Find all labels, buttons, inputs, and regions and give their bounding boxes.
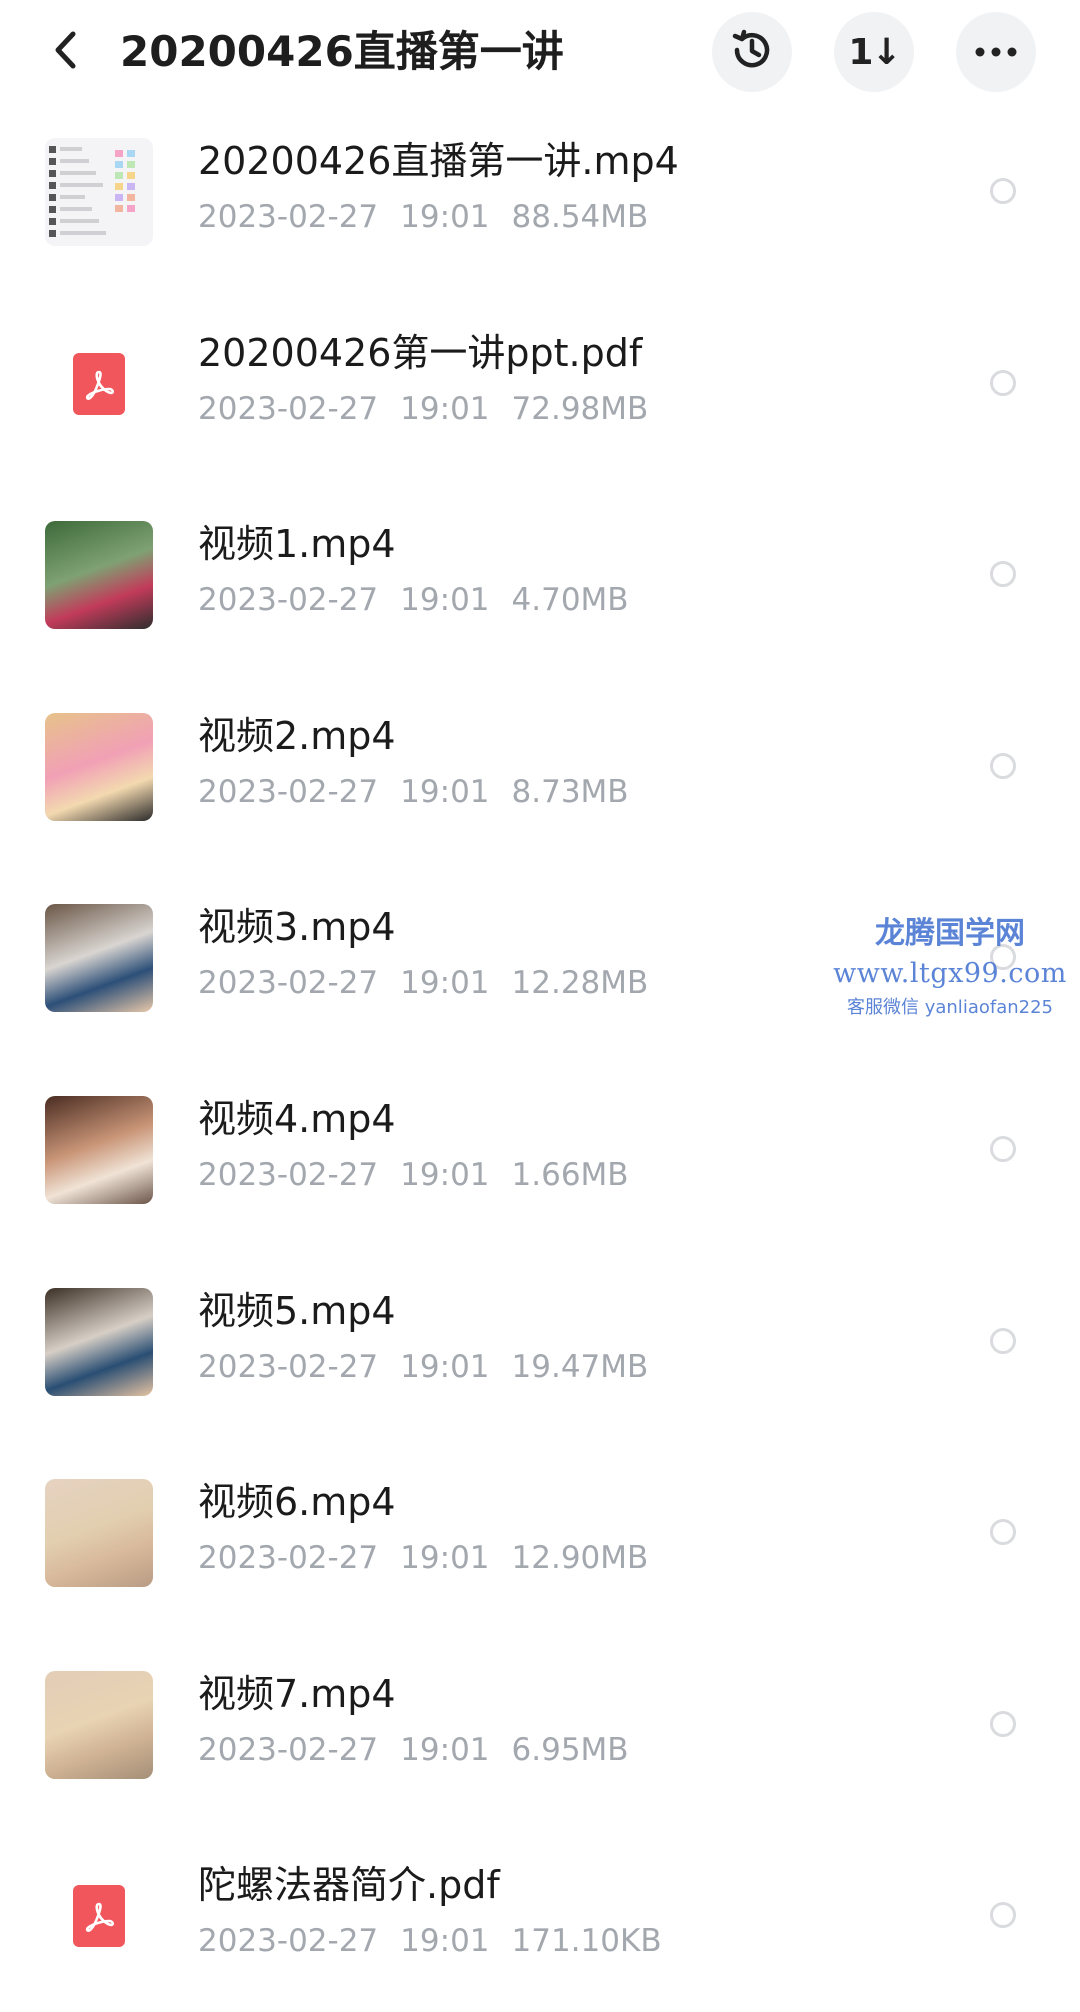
file-name: 视频1.mp4 bbox=[198, 522, 396, 566]
file-meta: 2023-02-27 19:01 72.98MB bbox=[198, 388, 670, 430]
select-radio[interactable] bbox=[990, 370, 1016, 396]
file-meta: 2023-02-27 19:01 88.54MB bbox=[198, 196, 670, 238]
file-name: 视频5.mp4 bbox=[198, 1289, 396, 1333]
file-name: 20200426直播第一讲.mp4 bbox=[198, 139, 679, 183]
video-thumbnail bbox=[45, 904, 153, 1012]
file-row[interactable]: 20200426直播第一讲.mp4 2023-02-27 19:01 88.54MB bbox=[0, 96, 1080, 288]
file-size: 8.73MB bbox=[511, 774, 629, 810]
file-name: 20200426第一讲ppt.pdf bbox=[198, 331, 643, 375]
video-thumbnail bbox=[45, 1288, 153, 1396]
file-row[interactable]: 视频7.mp4 2023-02-27 19:01 6.95MB bbox=[0, 1629, 1080, 1821]
video-thumbnail bbox=[45, 1671, 153, 1779]
file-size: 1.66MB bbox=[511, 1157, 629, 1193]
file-time: 19:01 bbox=[400, 1923, 490, 1959]
file-time: 19:01 bbox=[400, 199, 490, 235]
video-thumbnail bbox=[45, 713, 153, 821]
watermark: 龙腾国学网 www.ltgx99.com 客服微信 yanliaofan225 bbox=[820, 912, 1080, 1024]
back-button[interactable] bbox=[36, 22, 96, 82]
history-icon bbox=[729, 27, 775, 77]
file-date: 2023-02-27 bbox=[198, 1923, 379, 1959]
select-radio[interactable] bbox=[990, 1519, 1016, 1545]
select-radio[interactable] bbox=[990, 753, 1016, 779]
watermark-contact: 客服微信 yanliaofan225 bbox=[847, 997, 1053, 1018]
file-row[interactable]: 20200426第一讲ppt.pdf 2023-02-27 19:01 72.98MB bbox=[0, 288, 1080, 480]
file-date: 2023-02-27 bbox=[198, 391, 379, 427]
select-radio[interactable] bbox=[990, 1902, 1016, 1928]
file-meta: 2023-02-27 19:01 1.66MB bbox=[198, 1154, 651, 1196]
watermark-url: www.ltgx99.com bbox=[833, 958, 1067, 989]
file-name: 视频3.mp4 bbox=[198, 905, 396, 949]
page-title: 20200426直播第一讲 bbox=[120, 27, 564, 76]
file-name: 视频4.mp4 bbox=[198, 1097, 396, 1141]
file-row[interactable]: 陀螺法器简介.pdf 2023-02-27 19:01 171.10KB bbox=[0, 1820, 1080, 2012]
file-name: 陀螺法器简介.pdf bbox=[198, 1863, 500, 1907]
history-button[interactable] bbox=[712, 12, 792, 92]
file-time: 19:01 bbox=[400, 1349, 490, 1385]
sort-icon: 1↓ bbox=[848, 31, 901, 73]
top-app-bar: 20200426直播第一讲 1↓ bbox=[0, 0, 1080, 112]
file-size: 19.47MB bbox=[511, 1349, 649, 1385]
file-meta: 2023-02-27 19:01 8.73MB bbox=[198, 771, 651, 813]
select-radio[interactable] bbox=[990, 1711, 1016, 1737]
file-meta: 2023-02-27 19:01 12.90MB bbox=[198, 1537, 670, 1579]
file-date: 2023-02-27 bbox=[198, 965, 379, 1001]
file-date: 2023-02-27 bbox=[198, 1732, 379, 1768]
file-name: 视频7.mp4 bbox=[198, 1672, 396, 1716]
file-size: 4.70MB bbox=[511, 582, 629, 618]
select-radio[interactable] bbox=[990, 178, 1016, 204]
file-size: 72.98MB bbox=[511, 391, 649, 427]
more-icon bbox=[974, 43, 1018, 62]
pdf-icon bbox=[45, 1862, 153, 1970]
file-row[interactable]: 视频4.mp4 2023-02-27 19:01 1.66MB bbox=[0, 1054, 1080, 1246]
file-time: 19:01 bbox=[400, 774, 490, 810]
file-date: 2023-02-27 bbox=[198, 582, 379, 618]
file-meta: 2023-02-27 19:01 12.28MB bbox=[198, 962, 670, 1004]
video-thumbnail bbox=[45, 138, 153, 246]
file-time: 19:01 bbox=[400, 1540, 490, 1576]
file-time: 19:01 bbox=[400, 1732, 490, 1768]
select-radio[interactable] bbox=[990, 1136, 1016, 1162]
file-name: 视频6.mp4 bbox=[198, 1480, 396, 1524]
more-button[interactable] bbox=[956, 12, 1036, 92]
file-time: 19:01 bbox=[400, 1157, 490, 1193]
file-size: 12.28MB bbox=[511, 965, 649, 1001]
video-thumbnail bbox=[45, 521, 153, 629]
file-meta: 2023-02-27 19:01 171.10KB bbox=[198, 1920, 684, 1962]
file-row[interactable]: 视频1.mp4 2023-02-27 19:01 4.70MB bbox=[0, 479, 1080, 671]
select-radio[interactable] bbox=[990, 1328, 1016, 1354]
file-meta: 2023-02-27 19:01 4.70MB bbox=[198, 579, 651, 621]
watermark-title: 龙腾国学网 bbox=[875, 916, 1025, 951]
file-meta: 2023-02-27 19:01 6.95MB bbox=[198, 1729, 651, 1771]
file-size: 6.95MB bbox=[511, 1732, 629, 1768]
video-thumbnail bbox=[45, 1096, 153, 1204]
file-date: 2023-02-27 bbox=[198, 1157, 379, 1193]
file-time: 19:01 bbox=[400, 391, 490, 427]
video-thumbnail bbox=[45, 1479, 153, 1587]
file-name: 视频2.mp4 bbox=[198, 714, 396, 758]
file-row[interactable]: 视频6.mp4 2023-02-27 19:01 12.90MB bbox=[0, 1437, 1080, 1629]
file-row[interactable]: 视频5.mp4 2023-02-27 19:01 19.47MB bbox=[0, 1246, 1080, 1438]
file-time: 19:01 bbox=[400, 582, 490, 618]
sort-button[interactable]: 1↓ bbox=[834, 12, 914, 92]
file-row[interactable]: 视频2.mp4 2023-02-27 19:01 8.73MB bbox=[0, 671, 1080, 863]
file-size: 88.54MB bbox=[511, 199, 649, 235]
pdf-icon bbox=[45, 330, 153, 438]
chevron-left-icon bbox=[49, 30, 83, 74]
file-size: 12.90MB bbox=[511, 1540, 649, 1576]
select-radio[interactable] bbox=[990, 561, 1016, 587]
file-date: 2023-02-27 bbox=[198, 199, 379, 235]
file-time: 19:01 bbox=[400, 965, 490, 1001]
file-date: 2023-02-27 bbox=[198, 774, 379, 810]
file-meta: 2023-02-27 19:01 19.47MB bbox=[198, 1346, 670, 1388]
file-date: 2023-02-27 bbox=[198, 1540, 379, 1576]
file-size: 171.10KB bbox=[511, 1923, 662, 1959]
file-date: 2023-02-27 bbox=[198, 1349, 379, 1385]
